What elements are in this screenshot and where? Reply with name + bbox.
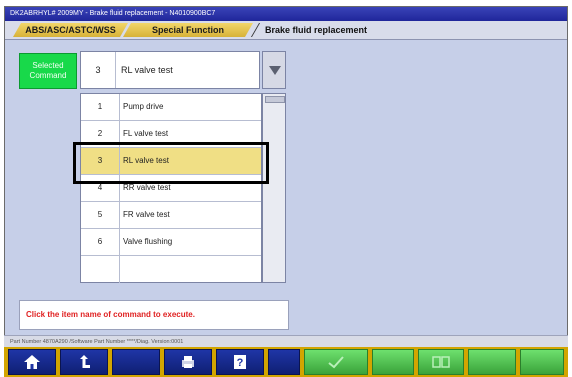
command-row-pump-drive[interactable]: 1 Pump drive <box>81 94 261 121</box>
bottom-toolbar: ? <box>4 347 568 377</box>
toolbar-button-blank[interactable] <box>112 349 160 375</box>
status-bar: Part Number 4870A290 /Software Part Numb… <box>4 335 568 347</box>
command-name: FR valve test <box>123 210 170 219</box>
help-button[interactable]: ? <box>216 349 264 375</box>
command-row-fr-valve-test[interactable]: 5 FR valve test <box>81 202 261 229</box>
compare-icon <box>432 356 450 368</box>
check-icon <box>328 356 344 369</box>
compare-button[interactable] <box>418 349 464 375</box>
help-icon: ? <box>234 355 246 369</box>
chevron-down-icon <box>269 66 281 75</box>
tab-special-function[interactable]: Special Function <box>123 23 253 37</box>
command-list: 1 Pump drive 2 FL valve test 3 RL valve … <box>80 93 262 283</box>
command-number: 5 <box>81 202 120 228</box>
command-number: 6 <box>81 229 120 255</box>
command-name: Valve flushing <box>123 237 173 246</box>
home-button[interactable] <box>8 349 56 375</box>
instruction-message: Click the item name of command to execut… <box>19 300 289 330</box>
list-scrollbar[interactable] <box>262 93 286 283</box>
command-number <box>81 256 120 283</box>
command-row-empty <box>81 256 261 283</box>
dropdown-button[interactable] <box>262 51 286 89</box>
toolbar-button-blank[interactable] <box>268 349 300 375</box>
tab-brake-fluid-replacement[interactable]: Brake fluid replacement <box>257 23 395 37</box>
toolbar-button-blank[interactable] <box>372 349 414 375</box>
command-row-valve-flushing[interactable]: 6 Valve flushing <box>81 229 261 256</box>
print-button[interactable] <box>164 349 212 375</box>
execute-button[interactable] <box>304 349 368 375</box>
toolbar-button-blank[interactable] <box>468 349 516 375</box>
selected-command-number: 3 <box>81 52 116 88</box>
selection-callout-frame <box>73 142 269 184</box>
tab-abs-asc[interactable]: ABS/ASC/ASTC/WSS <box>13 23 128 37</box>
selected-command-label: Selected Command <box>19 53 77 89</box>
back-icon <box>80 355 90 368</box>
command-number: 1 <box>81 94 120 120</box>
print-icon <box>182 356 194 368</box>
scrollbar-thumb[interactable] <box>265 96 285 103</box>
app-window: DK2ABRHYL# 2009MY - Brake fluid replacem… <box>4 6 568 377</box>
back-button[interactable] <box>60 349 108 375</box>
home-icon <box>24 355 40 369</box>
selected-command-field[interactable]: 3 RL valve test <box>80 51 260 89</box>
window-title: DK2ABRHYL# 2009MY - Brake fluid replacem… <box>5 7 567 21</box>
toolbar-button-blank[interactable] <box>520 349 564 375</box>
command-name: Pump drive <box>123 102 164 111</box>
tab-strip: ABS/ASC/ASTC/WSS Special Function Brake … <box>5 21 567 40</box>
selected-command-name: RL valve test <box>121 65 173 75</box>
svg-text:?: ? <box>237 357 244 369</box>
